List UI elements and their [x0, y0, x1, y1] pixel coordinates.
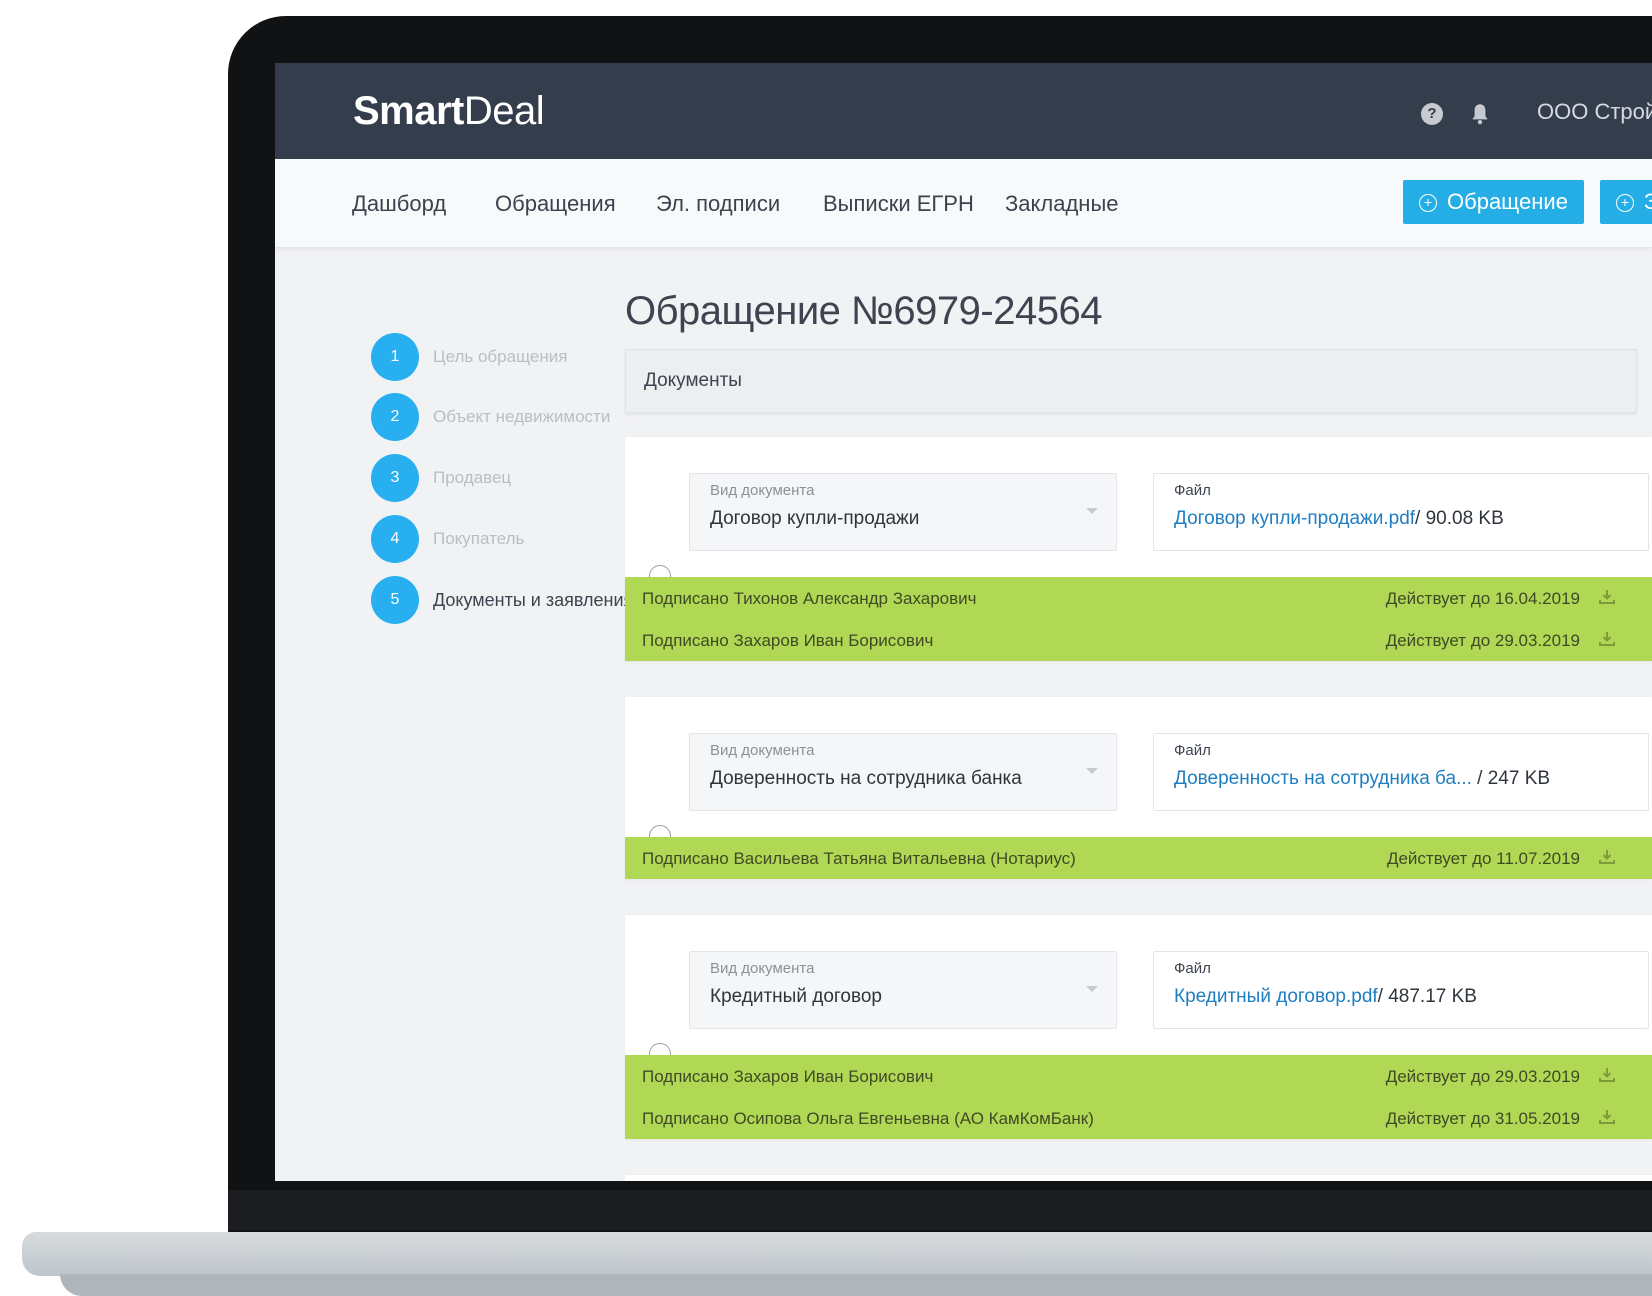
signature-text: Подписано Захаров Иван Борисович [642, 1067, 934, 1086]
signature-row: Подписано Захаров Иван Борисович Действу… [625, 619, 1652, 661]
signature-row: Подписано Осипова Ольга Евгеньевна (АО К… [625, 1097, 1652, 1139]
file-value: Договор купли-продажи.pdf/ 90.08 KB [1174, 508, 1504, 530]
chevron-down-icon [1086, 508, 1098, 514]
signature-row: Подписано Захаров Иван Борисович Действу… [625, 1055, 1652, 1097]
file-value: Доверенность на сотрудника ба... / 247 K… [1174, 768, 1550, 790]
signature-row: Подписано Тихонов Александр Захарович Де… [625, 577, 1652, 619]
document-type-select[interactable]: Вид документа Договор купли-продажи [689, 473, 1117, 551]
laptop-bottom-lip [228, 1190, 1652, 1230]
chevron-down-icon [1086, 986, 1098, 992]
logo-bold-text: Smart [353, 89, 464, 133]
file-value: Кредитный договор.pdf/ 487.17 KB [1174, 986, 1477, 1008]
file-link[interactable]: Договор купли-продажи.pdf [1174, 508, 1415, 529]
plus-circle-icon: + [1616, 194, 1634, 212]
step-label: Цель обращения [433, 347, 568, 366]
download-icon[interactable] [1598, 588, 1616, 606]
second-create-label: З [1644, 189, 1652, 214]
document-type-select[interactable]: Вид документа Кредитный договор [689, 951, 1117, 1029]
step-label: Покупатель [433, 529, 525, 548]
document-type-select[interactable]: Вид документа Доверенность на сотрудника… [689, 733, 1117, 811]
field-label: Файл [1174, 960, 1211, 977]
file-field: Файл Доверенность на сотрудника ба... / … [1153, 733, 1649, 811]
new-appeal-button[interactable]: + Обращение [1403, 180, 1584, 224]
download-icon[interactable] [1598, 630, 1616, 648]
download-icon[interactable] [1598, 1066, 1616, 1084]
step-number: 1 [371, 333, 419, 381]
file-size: / 90.08 KB [1415, 508, 1504, 529]
document-card: Вид документа Договор купли-продажи Файл… [625, 437, 1652, 661]
app-header: SmartDeal ? ООО СтройД [275, 63, 1652, 159]
company-name[interactable]: ООО СтройД [1537, 99, 1652, 125]
plus-circle-icon: + [1419, 194, 1437, 212]
step-label: Продавец [433, 468, 512, 487]
signature-valid-until: Действует до 29.03.2019 [1385, 631, 1580, 650]
logo[interactable]: SmartDeal [353, 89, 545, 134]
field-value: Кредитный договор [710, 986, 882, 1007]
step-number: 2 [371, 393, 419, 441]
signature-text: Подписано Осипова Ольга Евгеньевна (АО К… [642, 1109, 1094, 1128]
bell-icon[interactable] [1467, 101, 1493, 127]
document-card-partial [625, 1175, 1652, 1181]
signature-valid-until: Действует до 29.03.2019 [1385, 1067, 1580, 1086]
page-title: Обращение №6979-24564 [625, 289, 1102, 333]
app-screen: SmartDeal ? ООО СтройД Дашборд Обращения… [275, 63, 1652, 1181]
field-label: Вид документа [710, 960, 815, 977]
document-card: Вид документа Кредитный договор Файл Кре… [625, 915, 1652, 1139]
signature-row: Подписано Васильева Татьяна Витальевна (… [625, 837, 1652, 879]
field-value: Договор купли-продажи [710, 508, 920, 529]
section-title: Документы [644, 370, 742, 391]
signature-text: Подписано Тихонов Александр Захарович [642, 589, 977, 608]
signature-valid-until: Действует до 31.05.2019 [1385, 1109, 1580, 1128]
step-number: 4 [371, 515, 419, 563]
document-card: Вид документа Доверенность на сотрудника… [625, 697, 1652, 879]
file-link[interactable]: Доверенность на сотрудника ба... [1174, 768, 1472, 789]
file-field: Файл Кредитный договор.pdf/ 487.17 KB [1153, 951, 1649, 1029]
signature-valid-until: Действует до 11.07.2019 [1386, 849, 1580, 868]
nav-appeals[interactable]: Обращения [495, 191, 616, 217]
field-label: Файл [1174, 742, 1211, 759]
laptop-base-shadow [60, 1274, 1652, 1296]
nav-egrn-extracts[interactable]: Выписки ЕГРН [823, 191, 974, 217]
file-size: / 247 KB [1471, 768, 1551, 789]
main-nav: Дашборд Обращения Эл. подписи Выписки ЕГ… [275, 159, 1652, 248]
field-label: Файл [1174, 482, 1211, 499]
help-icon[interactable]: ? [1421, 103, 1443, 125]
logo-light-text: Deal [463, 89, 545, 133]
documents-section-header: Документы [625, 349, 1637, 413]
signature-text: Подписано Захаров Иван Борисович [642, 631, 934, 650]
file-link[interactable]: Кредитный договор.pdf [1174, 986, 1378, 1007]
nav-mortgages[interactable]: Закладные [1005, 191, 1119, 217]
file-size: / 487.17 KB [1377, 986, 1477, 1007]
step-label: Объект недвижимости [433, 407, 611, 426]
nav-e-signatures[interactable]: Эл. подписи [656, 191, 780, 217]
nav-dashboard[interactable]: Дашборд [352, 191, 446, 217]
step-number: 3 [371, 454, 419, 502]
field-value: Доверенность на сотрудника банка [710, 768, 1022, 789]
signature-text: Подписано Васильева Татьяна Витальевна (… [642, 849, 1076, 868]
file-field: Файл Договор купли-продажи.pdf/ 90.08 KB [1153, 473, 1649, 551]
download-icon[interactable] [1598, 1108, 1616, 1126]
laptop-base [22, 1232, 1652, 1276]
signature-valid-until: Действует до 16.04.2019 [1385, 589, 1580, 608]
download-icon[interactable] [1598, 848, 1616, 866]
field-label: Вид документа [710, 742, 815, 759]
step-number: 5 [371, 576, 419, 624]
field-label: Вид документа [710, 482, 815, 499]
new-appeal-label: Обращение [1447, 189, 1568, 214]
step-label: Документы и заявления [433, 590, 634, 610]
second-create-button[interactable]: + З [1600, 180, 1652, 224]
chevron-down-icon [1086, 768, 1098, 774]
